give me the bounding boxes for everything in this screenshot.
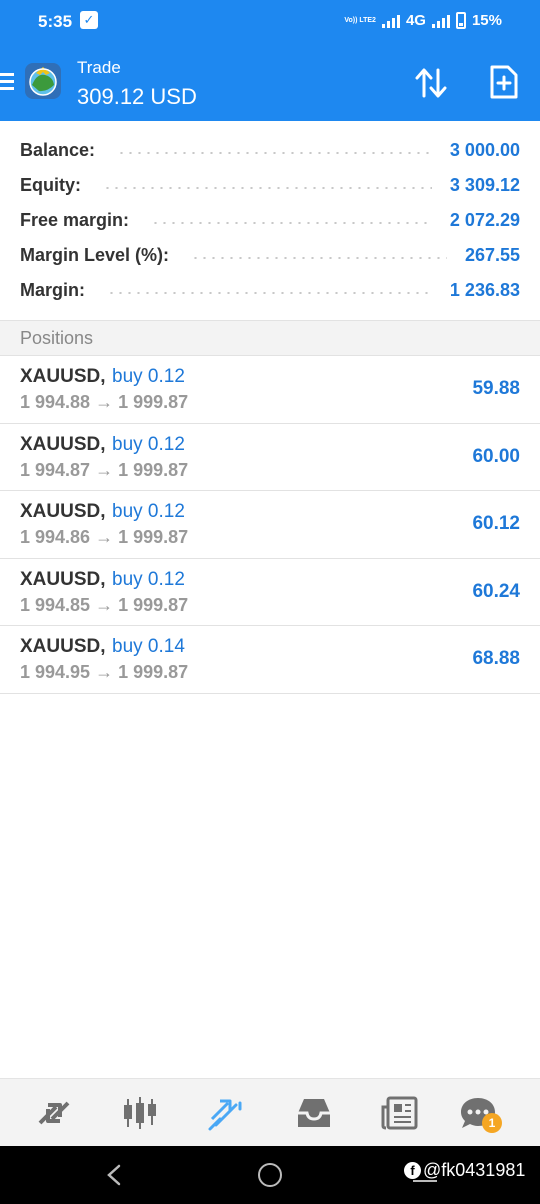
summary-label: Free margin: bbox=[20, 210, 130, 230]
summary-value: 1 236.83 bbox=[449, 280, 520, 300]
battery-icon bbox=[455, 12, 466, 29]
summary-label: Margin: bbox=[20, 280, 85, 300]
position-symbol: XAUUSD, bbox=[20, 366, 106, 387]
dot-leader bbox=[103, 186, 432, 189]
trade-icon[interactable] bbox=[206, 1093, 246, 1133]
position-profit: 60.00 bbox=[472, 445, 520, 467]
dot-leader bbox=[191, 256, 447, 259]
summary-value: 3 000.00 bbox=[449, 140, 520, 160]
position-side: buy 0.12 bbox=[112, 501, 185, 522]
app-header: Trade 309.12 USD bbox=[0, 44, 540, 121]
account-profit: 309.12 USD bbox=[77, 84, 197, 109]
positions-header-label: Positions bbox=[20, 328, 94, 348]
position-profit: 60.24 bbox=[472, 580, 520, 602]
position-prices: 1 994.87 → 1 999.87 bbox=[20, 459, 189, 480]
position-side: buy 0.14 bbox=[112, 636, 185, 657]
dot-leader bbox=[151, 221, 432, 224]
position-prices: 1 994.86 → 1 999.87 bbox=[20, 527, 189, 547]
position-profit: 60.12 bbox=[472, 513, 520, 534]
summary-value: 3 309.12 bbox=[449, 175, 520, 195]
position-profit: 68.88 bbox=[472, 648, 520, 669]
summary-label: Equity: bbox=[20, 175, 81, 195]
notification-icon: ✓ bbox=[80, 11, 98, 29]
sort-icon[interactable] bbox=[414, 66, 448, 100]
position-profit: 59.88 bbox=[472, 378, 520, 399]
positions-section-header: Positions bbox=[0, 320, 540, 356]
system-navigation-bar: f @fk0431981 bbox=[0, 1146, 540, 1204]
position-prices: 1 994.88 → 1 999.87 bbox=[20, 392, 189, 412]
positions-list: XAUUSD, buy 0.12 1 994.88 → 1 999.87 59.… bbox=[0, 356, 540, 694]
back-icon[interactable] bbox=[104, 1163, 124, 1187]
battery-level: 15% bbox=[471, 12, 502, 29]
summary-row-equity: Equity: 3 309.12 bbox=[0, 168, 540, 203]
app-logo-icon bbox=[25, 63, 61, 99]
account-summary: Balance: 3 000.00 Equity: 3 309.12 Free … bbox=[0, 133, 540, 308]
summary-row-margin-level: Margin Level (%): 267.55 bbox=[0, 238, 540, 273]
position-side: buy 0.12 bbox=[112, 568, 185, 590]
summary-value: 2 072.29 bbox=[449, 210, 520, 230]
signal-icon bbox=[381, 14, 400, 28]
position-symbol: XAUUSD, bbox=[20, 433, 106, 455]
summary-row-balance: Balance: 3 000.00 bbox=[0, 133, 540, 168]
position-row[interactable]: XAUUSD, buy 0.14 1 994.95 → 1 999.87 68.… bbox=[0, 626, 540, 694]
status-indicators: Vo)) LTE2 4G 15% bbox=[344, 12, 502, 29]
position-symbol: XAUUSD, bbox=[20, 636, 106, 657]
position-symbol: XAUUSD, bbox=[20, 501, 106, 522]
signal-2-icon bbox=[431, 14, 450, 28]
menu-icon[interactable] bbox=[0, 73, 14, 91]
position-side: buy 0.12 bbox=[112, 366, 185, 387]
position-symbol: XAUUSD, bbox=[20, 568, 106, 590]
new-order-icon[interactable] bbox=[488, 64, 520, 100]
summary-row-margin: Margin: 1 236.83 bbox=[0, 273, 540, 308]
status-time: 5:35 bbox=[38, 12, 73, 31]
watermark-handle: @fk0431981 bbox=[423, 1160, 526, 1180]
position-row[interactable]: XAUUSD, buy 0.12 1 994.88 → 1 999.87 59.… bbox=[0, 356, 540, 424]
chart-icon[interactable] bbox=[120, 1093, 160, 1133]
watermark: f @fk0431981 bbox=[404, 1160, 525, 1181]
dot-leader bbox=[117, 151, 432, 154]
position-row[interactable]: XAUUSD, buy 0.12 1 994.87 → 1 999.87 60.… bbox=[0, 424, 540, 491]
facebook-icon: f bbox=[404, 1162, 421, 1179]
network-type: 4G bbox=[405, 12, 426, 29]
home-icon[interactable] bbox=[258, 1163, 282, 1187]
dot-leader bbox=[107, 291, 432, 294]
position-prices: 1 994.95 → 1 999.87 bbox=[20, 662, 189, 682]
position-row[interactable]: XAUUSD, buy 0.12 1 994.85 → 1 999.87 60.… bbox=[0, 559, 540, 626]
quotes-icon[interactable] bbox=[34, 1093, 74, 1133]
chat-button[interactable]: 1 bbox=[458, 1093, 502, 1133]
summary-label: Balance: bbox=[20, 140, 96, 160]
position-row[interactable]: XAUUSD, buy 0.12 1 994.86 → 1 999.87 60.… bbox=[0, 491, 540, 559]
volte-indicator: Vo)) LTE2 bbox=[344, 16, 376, 24]
bottom-navigation: 1 bbox=[0, 1078, 540, 1146]
status-bar: 5:35 ✓ Vo)) LTE2 4G 15% bbox=[0, 0, 540, 44]
chat-badge: 1 bbox=[482, 1113, 502, 1133]
summary-value: 267.55 bbox=[464, 245, 520, 265]
page-title: Trade bbox=[77, 58, 121, 77]
history-icon[interactable] bbox=[294, 1093, 334, 1133]
summary-row-free-margin: Free margin: 2 072.29 bbox=[0, 203, 540, 238]
position-prices: 1 994.85 → 1 999.87 bbox=[20, 594, 189, 615]
news-icon[interactable] bbox=[380, 1093, 420, 1133]
position-side: buy 0.12 bbox=[112, 433, 185, 455]
summary-label: Margin Level (%): bbox=[20, 245, 170, 265]
